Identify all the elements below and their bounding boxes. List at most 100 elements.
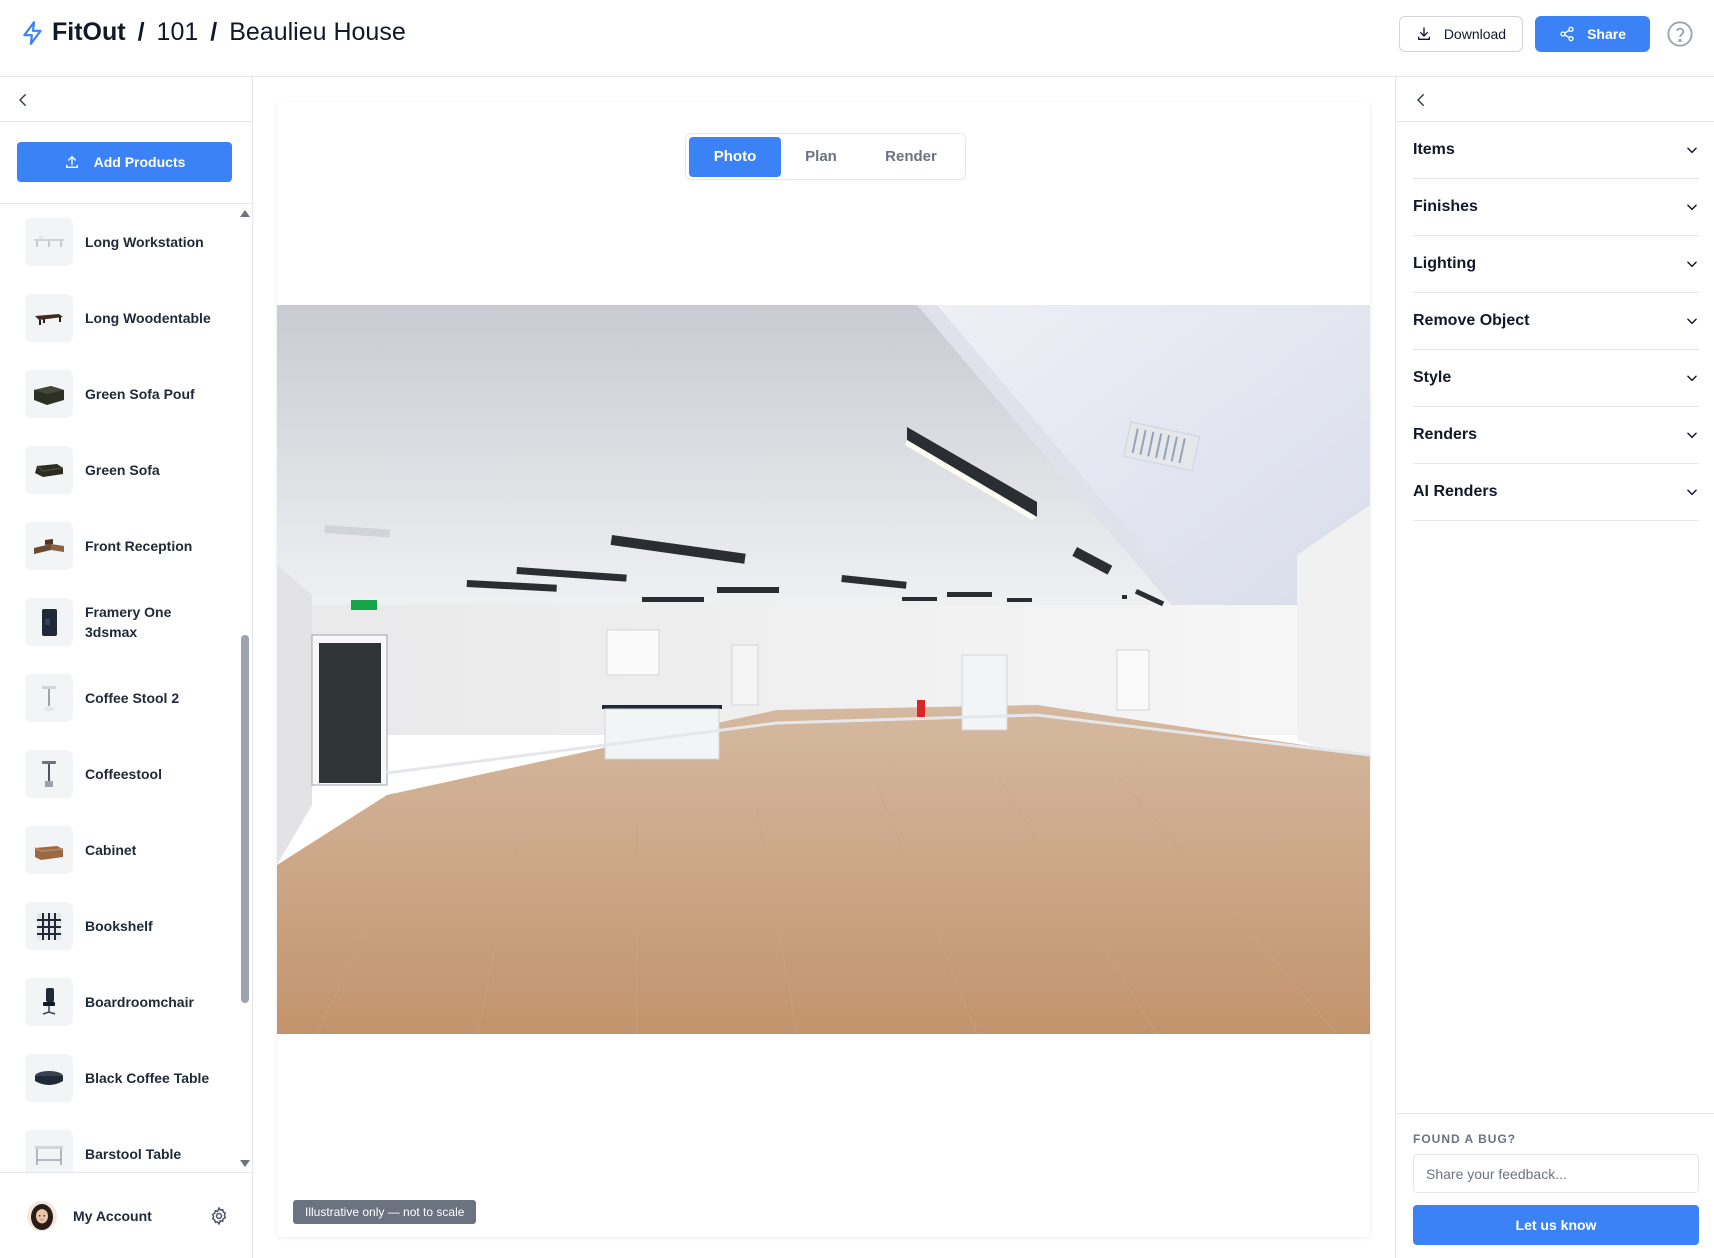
chevron-down-icon — [1687, 147, 1697, 154]
sidebar-toolbar — [0, 77, 252, 122]
product-name: Green Sofa Pouf — [85, 386, 195, 402]
product-thumbnail — [25, 1054, 73, 1102]
accordion-list: Items Finishes Lighting Remove Object St… — [1413, 122, 1699, 521]
left-sidebar: Add Products Long Workstation Long Woode… — [0, 77, 253, 1258]
phone-booth-icon — [42, 609, 57, 636]
help-icon[interactable] — [1666, 20, 1694, 48]
let-us-know-button[interactable]: Let us know — [1413, 1205, 1699, 1245]
stool-icon — [42, 761, 56, 787]
product-item[interactable]: Green Sofa — [0, 432, 235, 508]
product-name: Long Workstation — [85, 234, 204, 250]
accordion-label: Lighting — [1413, 255, 1477, 272]
view-tabs: Photo Plan Render — [685, 133, 966, 180]
accordion-label: Finishes — [1413, 198, 1478, 215]
download-icon — [1417, 27, 1430, 40]
product-thumbnail — [25, 446, 73, 494]
accordion-label: Style — [1413, 369, 1452, 386]
bolt-icon — [23, 20, 42, 45]
product-item[interactable]: Front Reception — [0, 508, 235, 584]
cabinet-icon — [34, 846, 64, 860]
product-name: Boardroomchair — [85, 994, 194, 1010]
product-item[interactable]: Long Workstation — [0, 204, 235, 280]
product-thumbnail — [25, 598, 73, 646]
product-item[interactable]: Long Woodentable — [0, 280, 235, 356]
accordion-remove-object[interactable]: Remove Object — [1413, 293, 1699, 350]
product-thumbnail — [25, 978, 73, 1026]
chevron-down-icon — [1687, 432, 1697, 439]
product-thumbnail — [25, 902, 73, 950]
product-item[interactable]: Black Coffee Table — [0, 1040, 235, 1116]
product-thumbnail — [25, 1130, 73, 1172]
product-item[interactable]: Framery One 3dsmax — [0, 584, 235, 660]
upload-icon — [65, 156, 78, 168]
download-button[interactable]: Download — [1398, 16, 1524, 52]
barstool-table-icon — [35, 1146, 63, 1165]
my-account-link[interactable]: My Account — [73, 1208, 152, 1224]
accordion-lighting[interactable]: Lighting — [1413, 236, 1699, 293]
accordion-label: Renders — [1413, 426, 1478, 443]
top-header: FitOut / 101 / Beaulieu House Download S… — [0, 0, 1714, 77]
chevron-down-icon — [1687, 261, 1697, 268]
product-list: Long Workstation Long Woodentable Green … — [0, 204, 235, 1172]
collapse-left-icon[interactable] — [14, 91, 32, 109]
product-thumbnail — [25, 218, 73, 266]
gear-icon[interactable] — [209, 1206, 229, 1226]
avatar[interactable] — [27, 1200, 57, 1231]
product-item[interactable]: Cabinet — [0, 812, 235, 888]
tab-render[interactable]: Render — [861, 137, 961, 177]
main-canvas-area: Photo Plan Render Illustrative only — no… — [254, 77, 1395, 1258]
feedback-title: FOUND A BUG? — [1413, 1132, 1517, 1146]
tab-plan[interactable]: Plan — [781, 137, 861, 177]
breadcrumb: FitOut / 101 / Beaulieu House — [20, 18, 406, 47]
product-thumbnail — [25, 826, 73, 874]
project-number[interactable]: 101 — [157, 18, 199, 47]
product-name: Coffee Stool 2 — [85, 690, 180, 706]
product-name: Bookshelf — [85, 918, 153, 934]
breadcrumb-separator: / — [210, 18, 218, 46]
product-list-scrollbar[interactable] — [239, 204, 251, 1172]
product-item[interactable]: Bookshelf — [0, 888, 235, 964]
product-item[interactable]: Boardroomchair — [0, 964, 235, 1040]
add-products-label: Add Products — [93, 154, 186, 170]
product-name: Cabinet — [85, 842, 137, 858]
accordion-ai-renders[interactable]: AI Renders — [1413, 464, 1699, 521]
add-products-button[interactable]: Add Products — [17, 142, 232, 182]
feedback-input[interactable] — [1413, 1154, 1699, 1193]
accordion-style[interactable]: Style — [1413, 350, 1699, 407]
accordion-renders[interactable]: Renders — [1413, 407, 1699, 464]
chevron-down-icon — [1687, 204, 1697, 211]
chevron-down-icon — [1687, 489, 1697, 496]
office-chair-icon — [42, 988, 56, 1015]
product-list-container: Long Workstation Long Woodentable Green … — [0, 203, 253, 1172]
tab-photo[interactable]: Photo — [689, 136, 781, 177]
product-thumbnail — [25, 294, 73, 342]
app-name[interactable]: FitOut — [52, 18, 126, 47]
product-item[interactable]: Green Sofa Pouf — [0, 356, 235, 432]
product-name: Black Coffee Table — [85, 1070, 210, 1086]
scroll-up-arrow-icon[interactable] — [240, 210, 250, 217]
project-name: Beaulieu House — [229, 18, 406, 46]
pouf-icon — [34, 386, 64, 405]
product-item[interactable]: Coffee Stool 2 — [0, 660, 235, 736]
product-item[interactable]: Barstool Table — [0, 1116, 235, 1172]
download-label: Download — [1443, 26, 1507, 42]
scrollbar-thumb[interactable] — [241, 635, 249, 1003]
collapse-right-icon[interactable] — [1412, 91, 1430, 109]
breadcrumb-separator: / — [137, 18, 145, 46]
scroll-down-arrow-icon[interactable] — [240, 1160, 250, 1167]
table-icon — [35, 314, 63, 325]
right-panel: Items Finishes Lighting Remove Object St… — [1395, 77, 1714, 1258]
chevron-down-icon — [1687, 318, 1697, 325]
share-icon — [1560, 26, 1574, 42]
share-button[interactable]: Share — [1535, 16, 1650, 52]
product-item[interactable]: Coffeestool — [0, 736, 235, 812]
product-name: Front Reception — [85, 538, 193, 554]
product-name: Green Sofa — [85, 462, 160, 478]
product-thumbnail — [25, 674, 73, 722]
product-name: Long Woodentable — [85, 310, 211, 326]
accordion-items[interactable]: Items — [1413, 122, 1699, 179]
view-card: Photo Plan Render Illustrative only — no… — [277, 102, 1370, 1237]
accordion-finishes[interactable]: Finishes — [1413, 179, 1699, 236]
workstation-icon — [34, 236, 64, 247]
room-photo[interactable] — [277, 305, 1370, 1034]
